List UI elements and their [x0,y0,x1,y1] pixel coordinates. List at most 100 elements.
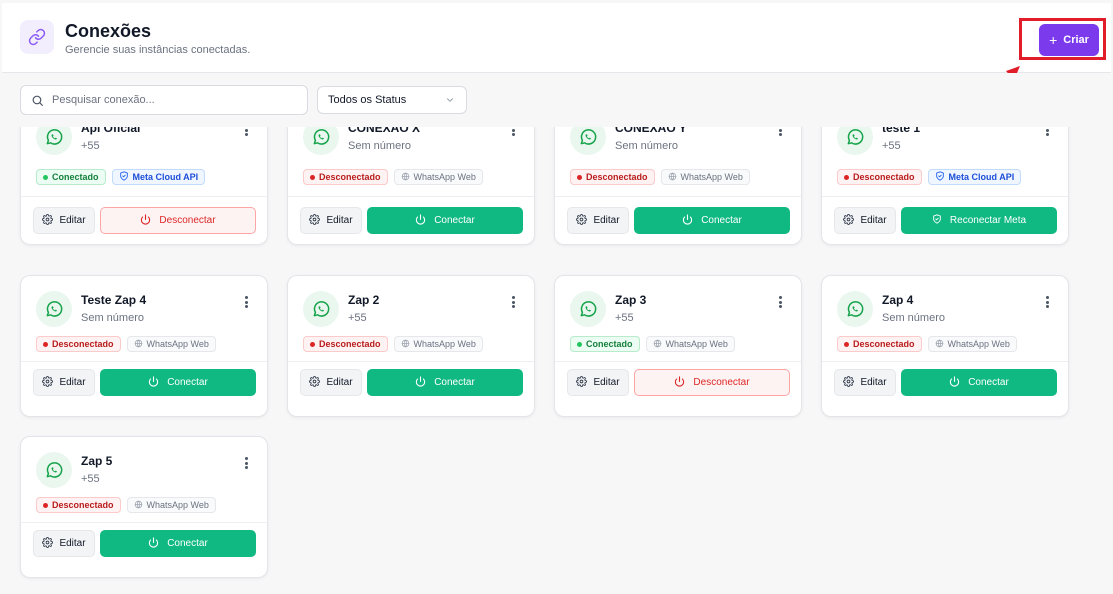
more-options-icon[interactable] [241,294,251,310]
whatsapp-icon [36,127,72,155]
more-options-icon[interactable] [508,127,518,138]
action-button-label: Desconectar [693,377,750,388]
disconnect-button[interactable]: Desconectar [634,369,790,396]
action-button-label: Conectar [167,377,208,388]
status-badge-label: Desconectado [586,172,648,182]
power-icon [148,536,159,551]
connection-name: Zap 2 [348,293,380,307]
action-button-label: Conectar [167,538,208,549]
power-icon [148,375,159,390]
badge-group: Desconectado WhatsApp Web [36,336,216,352]
gear-icon [42,536,54,551]
connection-name: Zap 4 [882,293,914,307]
status-filter-select[interactable]: Todos os Status [317,86,467,114]
type-badge-label: WhatsApp Web [947,339,1010,349]
edit-button[interactable]: Editar [834,207,896,234]
globe-icon [401,339,410,350]
status-filter-value: Todos os Status [328,94,407,106]
action-button-label: Conectar [701,215,742,226]
gear-icon [576,375,588,390]
connect-button[interactable]: Conectar [100,369,256,396]
type-badge-label: WhatsApp Web [413,172,476,182]
badge-group: Desconectado WhatsApp Web [36,497,216,513]
connect-button[interactable]: Conectar [634,207,790,234]
badge-group: Desconectado Meta Cloud API [837,169,1022,185]
connection-name: Zap 3 [615,293,647,307]
badge-group: Desconectado WhatsApp Web [303,336,483,352]
more-options-icon[interactable] [1042,294,1052,310]
connect-button[interactable]: Conectar [901,369,1057,396]
edit-button[interactable]: Editar [33,530,95,557]
globe-icon [134,500,143,511]
edit-button[interactable]: Editar [834,369,896,396]
gear-icon [576,213,588,228]
connection-card: Zap 5 +55 Desconectado WhatsApp Web Editar Co… [20,436,268,578]
edit-button[interactable]: Editar [33,369,95,396]
status-dot-icon [43,341,48,347]
connection-number: Sem número [348,140,411,152]
more-options-icon[interactable] [775,127,785,138]
card-divider [555,361,801,362]
search-input[interactable] [52,94,292,106]
page-header: Conexões Gerencie suas instâncias conect… [2,3,1111,73]
page-title: Conexões [65,21,152,41]
connection-card: CONEXÃO Y Sem número Desconectado WhatsApp … [554,127,802,245]
power-icon [140,213,151,228]
edit-button[interactable]: Editar [33,207,95,234]
connections-grid: Api Oficial +55 Conectado Meta Cloud API Edi… [0,127,1113,594]
status-badge: Desconectado [570,169,655,185]
more-options-icon[interactable] [1042,127,1052,138]
card-divider [822,196,1068,197]
edit-button-label: Editar [326,377,353,388]
globe-icon [401,172,410,183]
more-options-icon[interactable] [775,294,785,310]
connection-card: Zap 4 Sem número Desconectado WhatsApp Web E… [821,275,1069,417]
edit-button-label: Editar [59,215,86,226]
connection-card: Zap 3 +55 Conectado WhatsApp Web Editar Desco… [554,275,802,417]
gear-icon [843,213,855,228]
shield-check-icon [935,171,945,183]
edit-button[interactable]: Editar [300,369,362,396]
connection-name: Api Oficial [81,127,141,135]
status-badge-label: Desconectado [52,339,114,349]
disconnect-button[interactable]: Desconectar [100,207,256,234]
edit-button[interactable]: Editar [567,207,629,234]
status-badge: Conectado [36,169,106,185]
more-options-icon[interactable] [241,455,251,471]
filter-bar: Todos os Status [0,73,1113,127]
gear-icon [309,375,321,390]
globe-icon [935,339,944,350]
badge-group: Conectado Meta Cloud API [36,169,206,185]
more-options-icon[interactable] [241,127,251,138]
type-badge-label: Meta Cloud API [132,172,199,182]
status-badge-label: Conectado [586,339,633,349]
connection-number: Sem número [81,312,144,324]
whatsapp-icon [837,127,873,155]
edit-button-label: Editar [59,377,86,388]
power-icon [682,213,693,228]
connection-number: Sem número [615,140,678,152]
search-box [20,85,308,115]
connect-button[interactable]: Conectar [100,530,256,557]
globe-icon [134,339,143,350]
action-button-label: Conectar [968,377,1009,388]
action-button-label: Desconectar [159,215,216,226]
edit-button-label: Editar [593,215,620,226]
status-dot-icon [844,174,849,180]
connection-card: Teste Zap 4 Sem número Desconectado WhatsAp… [20,275,268,417]
connection-number: +55 [348,312,367,324]
connection-name: CONEXÃO Y [615,127,687,135]
edit-button[interactable]: Editar [300,207,362,234]
type-badge: Meta Cloud API [927,169,1022,185]
reconnect-meta-button[interactable]: Reconectar Meta [901,207,1057,234]
power-icon [674,375,685,390]
create-button-label: Criar [1063,34,1089,46]
connect-button[interactable]: Conectar [367,369,523,396]
whatsapp-icon [837,291,873,327]
more-options-icon[interactable] [508,294,518,310]
connect-button[interactable]: Conectar [367,207,523,234]
type-badge: WhatsApp Web [393,169,483,185]
create-button[interactable]: + Criar [1039,24,1099,56]
whatsapp-icon [303,127,339,155]
edit-button[interactable]: Editar [567,369,629,396]
